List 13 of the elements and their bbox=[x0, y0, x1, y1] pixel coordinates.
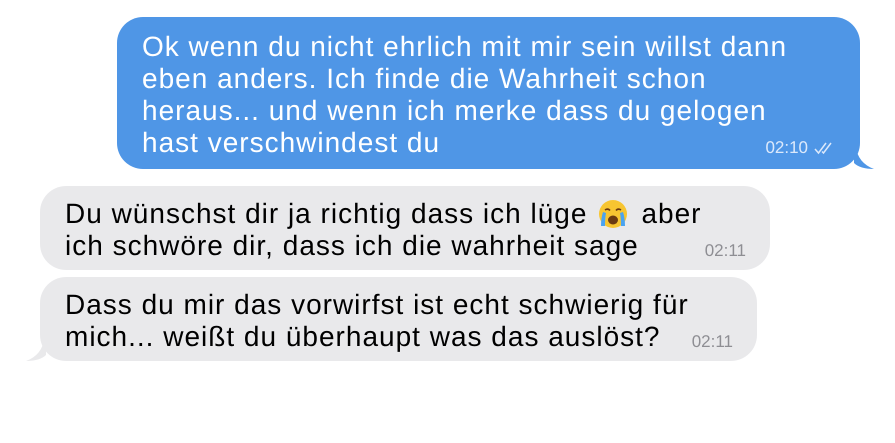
message-text: aber bbox=[641, 198, 702, 230]
message-text: Du wünschst dir ja richtig dass ich lüge bbox=[65, 198, 588, 230]
crying-face-icon bbox=[597, 198, 630, 230]
message-text: Ok wenn du nicht ehrlich mit mir sein willst dann bbox=[142, 31, 788, 63]
message-time: 02:11 bbox=[704, 241, 746, 261]
message-text: eben anders. Ich finde die Wahrheit schon bbox=[142, 63, 707, 95]
message-text: Dass du mir das vorwirfst ist echt schwierig für bbox=[65, 289, 689, 321]
message-text: ich schwöre dir, dass ich die wahrheit sage bbox=[65, 230, 639, 262]
message-text: hast verschwindest du bbox=[142, 127, 440, 159]
message-text: mich... weißt du überhaupt was das auslöst? bbox=[65, 321, 661, 353]
message-time: 02:11 bbox=[692, 332, 733, 352]
message-time: 02:10 bbox=[765, 138, 808, 158]
message-text: heraus... und wenn ich merke dass du gelogen bbox=[142, 95, 767, 127]
